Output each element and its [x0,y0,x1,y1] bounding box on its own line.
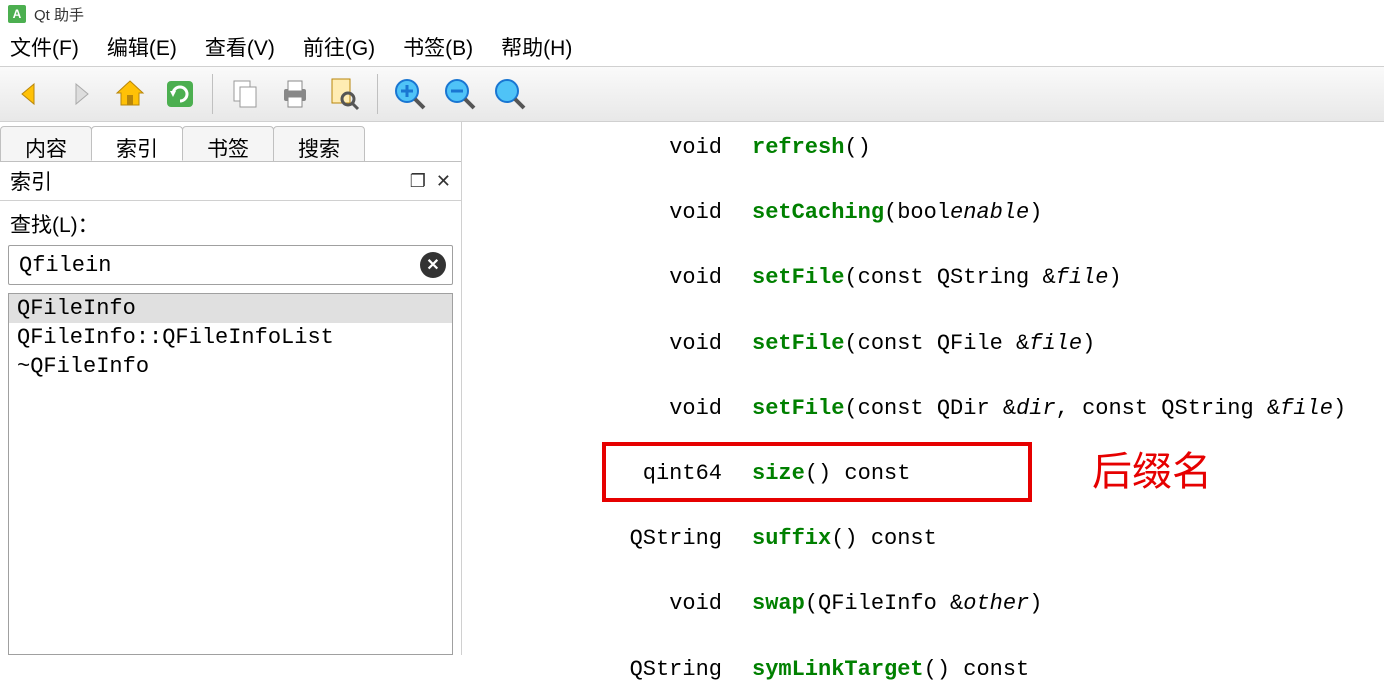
menu-bookmarks[interactable]: 书签(B) [403,32,473,62]
zoom-reset-button[interactable] [488,72,532,116]
function-name[interactable]: suffix [752,526,831,551]
home-button[interactable] [108,72,152,116]
menu-file[interactable]: 文件(F) [10,32,79,62]
return-type: void [462,326,752,361]
function-row: voidsetFile(const QFile &file) [462,326,1384,361]
return-type: void [462,586,752,621]
function-row: voidrefresh() [462,130,1384,165]
zoom-out-button[interactable] [438,72,482,116]
menu-edit[interactable]: 编辑(E) [107,32,177,62]
function-row: voidsetCaching(boolenable) [462,195,1384,230]
function-name[interactable]: symLinkTarget [752,657,924,682]
function-signature[interactable]: swap(QFileInfo &other) [752,586,1384,621]
back-button[interactable] [8,72,52,116]
function-row: QStringsuffix() const [462,521,1384,556]
function-signature[interactable]: setCaching(boolenable) [752,195,1384,230]
return-type: void [462,130,752,165]
function-name[interactable]: setFile [752,396,844,421]
undock-icon[interactable]: ❐ [410,171,426,192]
menubar: 文件(F) 编辑(E) 查看(V) 前往(G) 书签(B) 帮助(H) [0,28,1384,66]
forward-button[interactable] [58,72,102,116]
main-area: 内容 索引 书签 搜索 索引 ❐ ✕ 查找(L)： ✕ QFileInfo QF… [0,122,1384,655]
function-row: voidswap(QFileInfo &other) [462,586,1384,621]
titlebar: A Qt 助手 [0,0,1384,28]
return-type: void [462,195,752,230]
search-box: ✕ [8,245,453,285]
print-button[interactable] [273,72,317,116]
return-type: void [462,260,752,295]
toolbar-separator [212,74,213,114]
menu-help[interactable]: 帮助(H) [501,32,572,62]
annotation-label: 后缀名 [1092,440,1212,504]
panel-header: 索引 ❐ ✕ [0,162,461,201]
function-signature[interactable]: setFile(const QDir &dir, const QString &… [752,391,1384,426]
function-name[interactable]: refresh [752,135,844,160]
function-signature[interactable]: setFile(const QString &file) [752,260,1384,295]
app-icon: A [8,5,26,23]
tab-index[interactable]: 索引 [91,126,183,161]
function-signature[interactable]: symLinkTarget() const [752,652,1384,687]
toolbar [0,66,1384,122]
tab-search[interactable]: 搜索 [273,126,365,161]
return-type: QString [462,521,752,556]
toolbar-separator [377,74,378,114]
return-type: qint64 [462,456,752,491]
list-item[interactable]: ~QFileInfo [9,352,452,381]
find-button[interactable] [323,72,367,116]
window-title: Qt 助手 [34,4,84,25]
function-signature[interactable]: suffix() const [752,521,1384,556]
sidebar-tabs: 内容 索引 书签 搜索 [0,122,461,162]
clear-search-icon[interactable]: ✕ [420,252,446,278]
function-name[interactable]: swap [752,591,805,616]
lookfor-label: 查找(L)： [0,201,461,245]
list-item[interactable]: QFileInfo [9,294,452,323]
function-signature[interactable]: size() const [752,456,1384,491]
function-row: qint64size() const [462,456,1384,491]
function-row: voidsetFile(const QString &file) [462,260,1384,295]
function-name[interactable]: size [752,461,805,486]
tab-bookmarks[interactable]: 书签 [182,126,274,161]
doc-content[interactable]: voidrefresh()voidsetCaching(boolenable)v… [462,122,1384,655]
copy-button[interactable] [223,72,267,116]
sidebar: 内容 索引 书签 搜索 索引 ❐ ✕ 查找(L)： ✕ QFileInfo QF… [0,122,462,655]
return-type: void [462,391,752,426]
function-name[interactable]: setFile [752,265,844,290]
panel-title: 索引 [10,166,52,196]
close-icon[interactable]: ✕ [436,171,451,192]
results-list[interactable]: QFileInfo QFileInfo::QFileInfoList ~QFil… [8,293,453,655]
function-signature[interactable]: refresh() [752,130,1384,165]
zoom-in-button[interactable] [388,72,432,116]
function-row: QStringsymLinkTarget() const [462,652,1384,687]
list-item[interactable]: QFileInfo::QFileInfoList [9,323,452,352]
function-name[interactable]: setCaching [752,200,884,225]
function-row: voidsetFile(const QDir &dir, const QStri… [462,391,1384,426]
function-name[interactable]: setFile [752,331,844,356]
search-input[interactable] [9,253,420,278]
sync-button[interactable] [158,72,202,116]
menu-view[interactable]: 查看(V) [205,32,275,62]
function-signature[interactable]: setFile(const QFile &file) [752,326,1384,361]
tab-content[interactable]: 内容 [0,126,92,161]
menu-go[interactable]: 前往(G) [303,32,375,62]
return-type: QString [462,652,752,687]
